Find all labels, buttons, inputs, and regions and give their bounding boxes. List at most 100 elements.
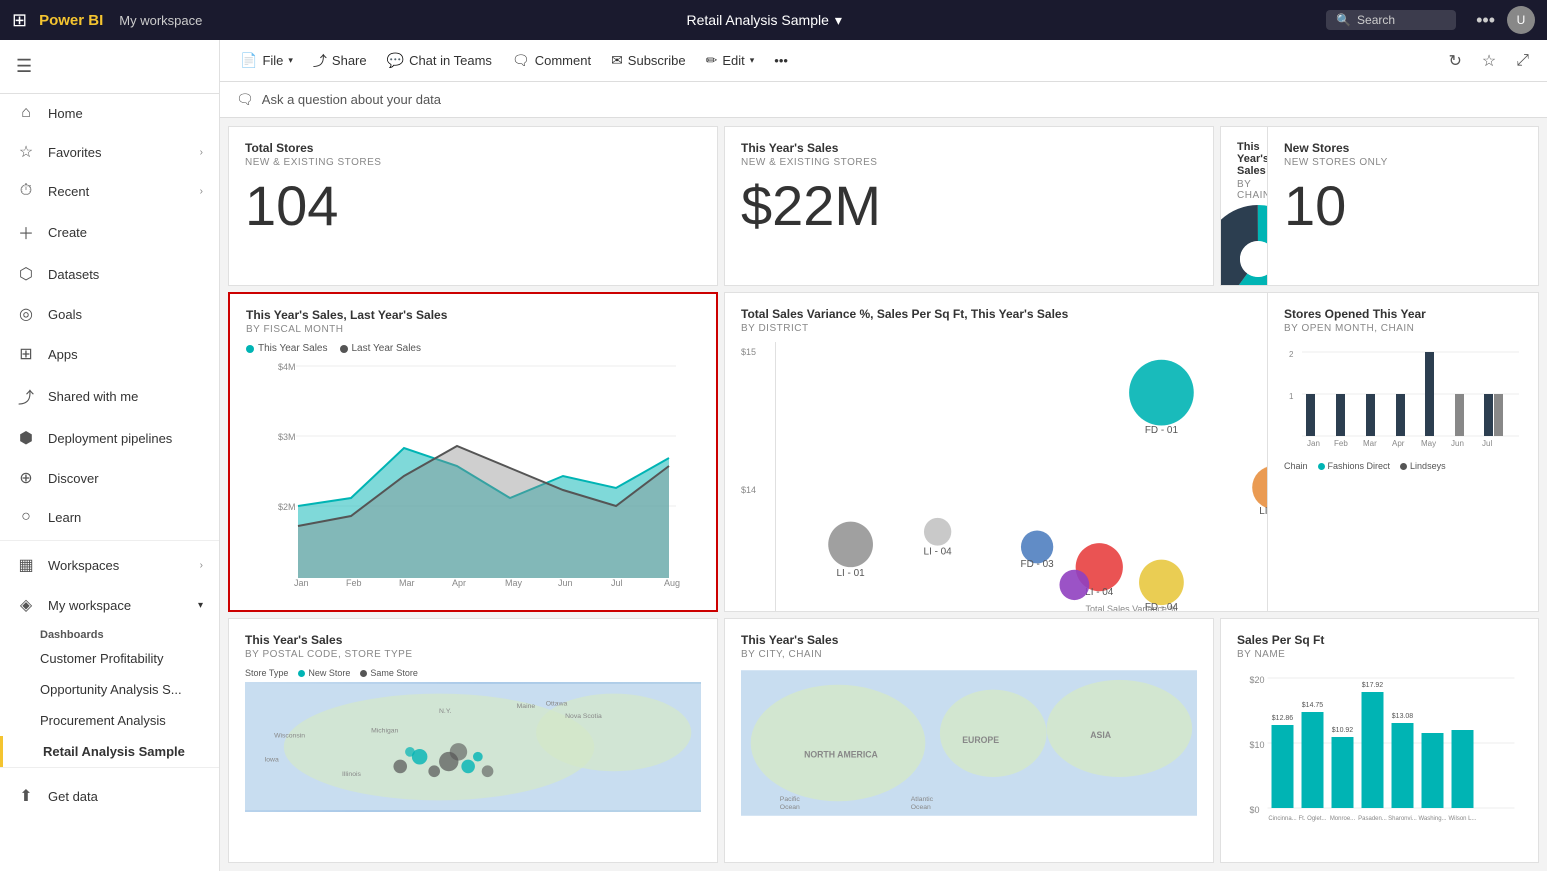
compass-icon: ⊕ <box>16 468 36 488</box>
comment-button[interactable]: 🗨 Comment <box>504 47 599 74</box>
svg-text:$3M: $3M <box>278 432 296 442</box>
get-data-icon: ⬆ <box>16 786 36 806</box>
sidebar: ☰ ⌂ Home ☆ Favorites › ⏱ Recent › ＋ Crea… <box>0 40 220 871</box>
grid-icon[interactable]: ⊞ <box>12 10 27 31</box>
tile-sales-postal[interactable]: This Year's Sales BY POSTAL CODE, STORE … <box>228 618 718 863</box>
brand-name: Power BI <box>39 12 103 29</box>
svg-text:$0: $0 <box>1250 805 1260 815</box>
sidebar-item-home[interactable]: ⌂ Home <box>0 94 219 132</box>
sidebar-item-discover[interactable]: ⊕ Discover <box>0 458 219 498</box>
svg-text:$2M: $2M <box>278 502 296 512</box>
svg-text:Atlantic: Atlantic <box>911 796 934 803</box>
sidebar-item-my-workspace[interactable]: ◈ My workspace ▾ <box>0 585 219 625</box>
sidebar-item-datasets[interactable]: ⬡ Datasets <box>0 254 219 294</box>
sidebar-item-recent[interactable]: ⏱ Recent › <box>0 172 219 210</box>
hamburger-button[interactable]: ☰ <box>4 48 215 85</box>
my-workspace-icon: ◈ <box>16 595 36 615</box>
file-button[interactable]: 📄 File ▾ <box>232 47 301 74</box>
sidebar-item-get-data[interactable]: ⬆ Get data <box>0 776 219 816</box>
deployment-icon: ⬢ <box>16 428 36 448</box>
svg-text:Jul: Jul <box>611 578 623 588</box>
chevron-right-icon: › <box>200 560 203 571</box>
qa-bar[interactable]: 🗨 Ask a question about your data <box>220 82 1547 118</box>
svg-text:$20: $20 <box>1250 675 1265 685</box>
tile-line-chart[interactable]: This Year's Sales, Last Year's Sales BY … <box>228 292 718 612</box>
sidebar-sub-opportunity-analysis[interactable]: Opportunity Analysis S... <box>0 674 219 705</box>
svg-text:Iowa: Iowa <box>264 757 279 764</box>
svg-text:FD - 04: FD - 04 <box>1145 602 1179 612</box>
svg-text:N.Y.: N.Y. <box>439 708 451 715</box>
search-icon: 🔍 <box>1336 13 1351 27</box>
svg-text:Wilson L...: Wilson L... <box>1448 816 1476 822</box>
sidebar-sub-procurement-analysis[interactable]: Procurement Analysis <box>0 705 219 736</box>
svg-text:1: 1 <box>1289 392 1294 401</box>
chevron-right-icon: › <box>200 147 203 158</box>
svg-text:Michigan: Michigan <box>371 727 398 734</box>
edit-button[interactable]: ✏ Edit ▾ <box>698 47 763 74</box>
user-avatar[interactable]: U <box>1507 6 1535 34</box>
share-icon: ⤴ <box>313 51 327 71</box>
svg-text:Ft. Oglet...: Ft. Oglet... <box>1298 816 1326 822</box>
sidebar-item-workspaces[interactable]: ▦ Workspaces › <box>0 545 219 585</box>
svg-text:Washing...: Washing... <box>1418 816 1446 822</box>
svg-text:Illinois: Illinois <box>342 771 361 778</box>
database-icon: ⬡ <box>16 264 36 284</box>
fullscreen-button[interactable]: ⤢ <box>1510 48 1535 74</box>
sidebar-item-goals[interactable]: ◎ Goals <box>0 294 219 334</box>
toolbar-right: ↻ ☆ ⤢ <box>1442 47 1535 75</box>
tile-new-stores[interactable]: New Stores NEW STORES ONLY 10 <box>1267 126 1539 286</box>
sidebar-item-create[interactable]: ＋ Create <box>0 210 219 254</box>
svg-text:NORTH AMERICA: NORTH AMERICA <box>804 750 878 760</box>
more-options-icon[interactable]: ••• <box>1476 10 1495 31</box>
sidebar-sub-retail-analysis[interactable]: Retail Analysis Sample <box>0 736 219 767</box>
svg-text:FD - 03: FD - 03 <box>1021 559 1055 570</box>
search-box[interactable]: 🔍 Search <box>1326 10 1456 30</box>
sidebar-item-favorites[interactable]: ☆ Favorites › <box>0 132 219 172</box>
subscribe-icon: ✉ <box>611 52 623 69</box>
subscribe-button[interactable]: ✉ Subscribe <box>603 47 694 74</box>
svg-text:Jan: Jan <box>294 578 309 588</box>
bookmark-button[interactable]: ☆ <box>1476 47 1502 75</box>
learn-icon: ○ <box>16 508 36 526</box>
svg-text:Cincinna...: Cincinna... <box>1268 816 1297 822</box>
tile-this-year-sales[interactable]: This Year's Sales NEW & EXISTING STORES … <box>724 126 1214 286</box>
tile-sales-city[interactable]: This Year's Sales BY CITY, CHAIN NORTH A… <box>724 618 1214 863</box>
svg-text:Feb: Feb <box>346 578 362 588</box>
more-button[interactable]: ••• <box>766 48 796 73</box>
svg-text:Ottawa: Ottawa <box>546 700 568 707</box>
target-icon: ◎ <box>16 304 36 324</box>
home-icon: ⌂ <box>16 104 36 122</box>
svg-text:Sharonvi...: Sharonvi... <box>1388 816 1417 822</box>
svg-text:Pacific: Pacific <box>780 796 801 803</box>
workspace-name[interactable]: My workspace <box>119 13 202 28</box>
tile-stores-opened[interactable]: Stores Opened This Year BY OPEN MONTH, C… <box>1267 292 1539 612</box>
share-icon: ⤴ <box>16 384 36 408</box>
edit-icon: ✏ <box>706 52 718 69</box>
sidebar-sub-customer-profitability[interactable]: Customer Profitability <box>0 643 219 674</box>
svg-text:Jan: Jan <box>1307 439 1320 448</box>
report-title[interactable]: Retail Analysis Sample ▾ <box>214 12 1314 29</box>
sidebar-top: ☰ <box>0 40 219 94</box>
sidebar-item-shared[interactable]: ⤴ Shared with me <box>0 374 219 418</box>
svg-text:May: May <box>505 578 523 588</box>
clock-icon: ⏱ <box>16 182 36 200</box>
right-column: New Stores NEW STORES ONLY 10 Stores Ope… <box>1267 118 1547 718</box>
svg-text:$4M: $4M <box>278 362 296 372</box>
chat-button[interactable]: 💬 Chat in Teams <box>379 47 500 74</box>
sidebar-item-learn[interactable]: ○ Learn <box>0 498 219 536</box>
tile-total-stores[interactable]: Total Stores NEW & EXISTING STORES 104 <box>228 126 718 286</box>
line-chart-svg: $4M $3M $2M Jan Feb Mar Apr May Jun Jul … <box>246 358 686 593</box>
svg-text:Pasaden...: Pasaden... <box>1358 816 1387 822</box>
refresh-button[interactable]: ↻ <box>1442 47 1467 75</box>
share-button[interactable]: ⤴ Share <box>305 46 375 76</box>
chevron-down-icon: ▾ <box>198 600 203 611</box>
chevron-down-icon: ▾ <box>288 55 293 66</box>
svg-text:$10.92: $10.92 <box>1332 727 1354 734</box>
file-icon: 📄 <box>240 52 257 69</box>
sidebar-item-deployment[interactable]: ⬢ Deployment pipelines <box>0 418 219 458</box>
sidebar-item-apps[interactable]: ⊞ Apps <box>0 334 219 374</box>
svg-text:Maine: Maine <box>517 703 536 710</box>
line-chart-legend: This Year Sales Last Year Sales <box>246 343 700 354</box>
svg-text:Aug: Aug <box>664 578 680 588</box>
comment-icon: 🗨 <box>512 52 530 69</box>
